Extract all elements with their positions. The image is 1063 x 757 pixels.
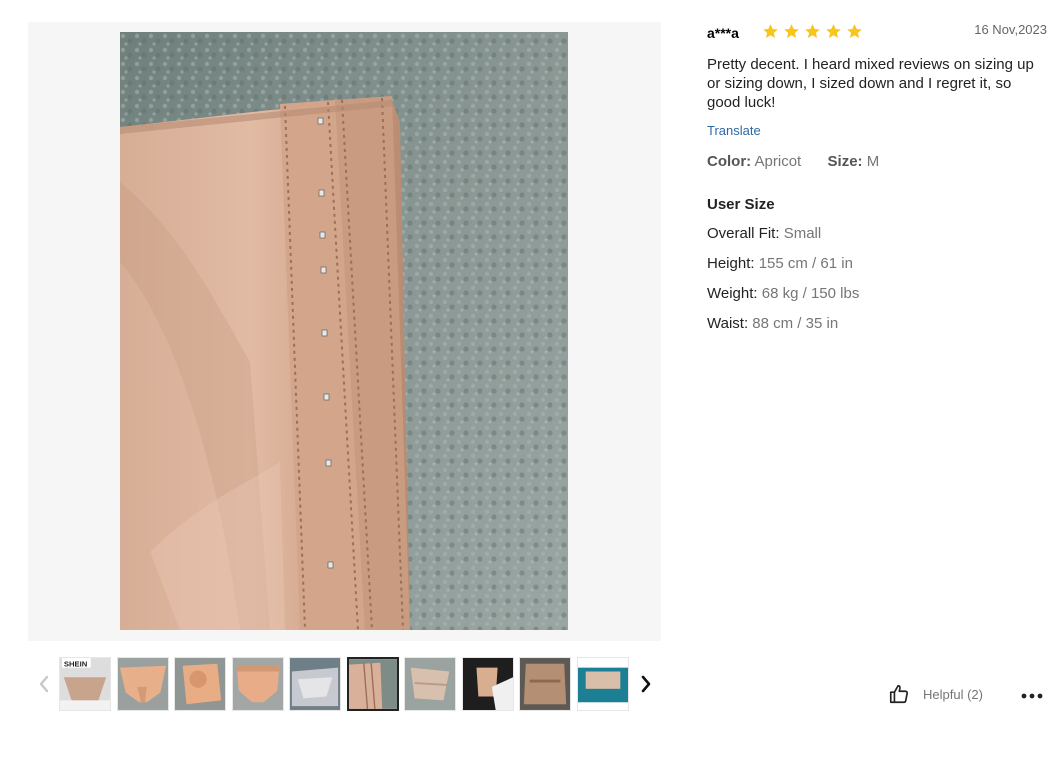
- thumbnail-next-button[interactable]: [636, 671, 656, 697]
- thumbnail-7[interactable]: [404, 657, 456, 711]
- star-icon: [763, 24, 778, 38]
- main-review-photo[interactable]: [120, 32, 568, 630]
- helpful-button[interactable]: Helpful (2): [888, 683, 983, 705]
- thumbnail-prev-button[interactable]: [34, 671, 54, 697]
- thumbnail-1[interactable]: SHEIN: [59, 657, 111, 711]
- thumbnail-9[interactable]: [519, 657, 571, 711]
- thumbs-up-icon: [889, 684, 909, 704]
- reviewer-name: a***a: [707, 25, 739, 41]
- chevron-left-icon: [39, 675, 49, 693]
- review-card: SHEIN a***a 16 Nov,2023 Pretty decent. I…: [0, 0, 1063, 757]
- weight-value: 68 kg / 150 lbs: [761, 285, 860, 302]
- translate-link[interactable]: Translate: [707, 123, 761, 138]
- size-label: Size:: [827, 153, 863, 170]
- thumbnail-2[interactable]: [117, 657, 169, 711]
- main-image-frame: [28, 22, 661, 641]
- thumbnail-4[interactable]: [232, 657, 284, 711]
- review-date: 16 Nov,2023: [974, 22, 1047, 37]
- overall-fit-row: Overall Fit: Small: [707, 224, 1047, 243]
- size-value: M: [866, 153, 880, 170]
- more-options-button[interactable]: [1020, 686, 1044, 706]
- thumbnail-6[interactable]: [347, 657, 399, 711]
- thumbnail-10[interactable]: [577, 657, 629, 711]
- height-value: 155 cm / 61 in: [758, 255, 853, 272]
- review-panel: a***a 16 Nov,2023 Pretty decent. I heard…: [707, 20, 1047, 333]
- waist-row: Waist: 88 cm / 35 in: [707, 314, 1047, 333]
- overall-fit-value: Small: [783, 225, 822, 242]
- star-rating: [762, 23, 863, 40]
- svg-text:SHEIN: SHEIN: [64, 660, 88, 669]
- review-text: Pretty decent. I heard mixed reviews on …: [707, 56, 1034, 111]
- star-icon: [805, 24, 820, 38]
- height-row: Height: 155 cm / 61 in: [707, 254, 1047, 273]
- weight-label: Weight:: [707, 285, 758, 302]
- helpful-count: Helpful (2): [923, 686, 983, 702]
- chevron-right-icon: [641, 675, 651, 693]
- user-size-title: User Size: [707, 196, 775, 213]
- waist-value: 88 cm / 35 in: [752, 315, 839, 332]
- height-label: Height:: [707, 255, 755, 272]
- waist-label: Waist:: [707, 315, 749, 332]
- color-value: Apricot: [754, 153, 802, 170]
- thumbnail-3[interactable]: [174, 657, 226, 711]
- thumbnail-strip: SHEIN: [28, 655, 668, 715]
- review-header: a***a 16 Nov,2023: [707, 20, 1047, 46]
- thumbnail-8[interactable]: [462, 657, 514, 711]
- color-label: Color:: [707, 153, 752, 170]
- thumbnail-5[interactable]: [289, 657, 341, 711]
- star-icon: [826, 24, 841, 38]
- purchase-attributes: Color: Apricot Size: M: [707, 153, 1047, 170]
- overall-fit-label: Overall Fit:: [707, 225, 780, 242]
- weight-row: Weight: 68 kg / 150 lbs: [707, 284, 1047, 303]
- star-icon: [847, 24, 862, 38]
- more-dots-icon: [1021, 693, 1043, 699]
- star-icon: [784, 24, 799, 38]
